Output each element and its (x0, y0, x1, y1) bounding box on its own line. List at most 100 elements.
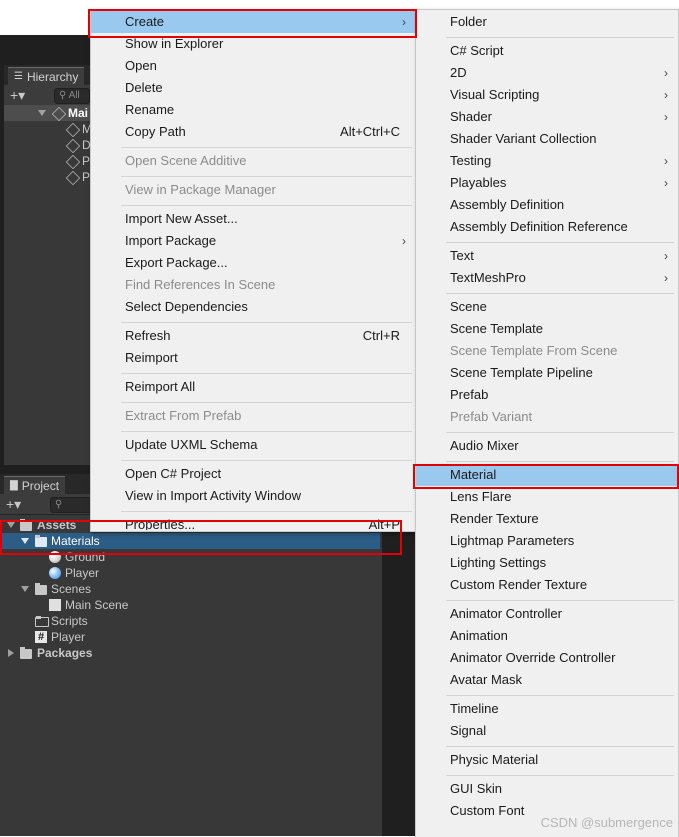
create-submenu: Folder C# Script 2D › Visual Scripting ›… (415, 9, 679, 837)
menu-item-import-new-asset[interactable]: Import New Asset... (91, 208, 416, 230)
menu-item-signal[interactable]: Signal (416, 720, 678, 742)
gameobject-icon (65, 154, 81, 170)
add-object-button[interactable]: +▾ (10, 86, 25, 104)
menu-divider (446, 293, 674, 294)
tree-row-scripts[interactable]: Scripts (0, 613, 382, 629)
menu-item-physic-material[interactable]: Physic Material (416, 749, 678, 771)
menu-item-shader-variant-collection[interactable]: Shader Variant Collection (416, 128, 678, 150)
menu-label: Copy Path (125, 124, 186, 139)
menu-label: Open (125, 58, 157, 73)
menu-label: Reimport (125, 350, 178, 365)
menu-item-view-in-package-manager: View in Package Manager (91, 179, 416, 201)
menu-item-reimport-all[interactable]: Reimport All (91, 376, 416, 398)
menu-label: Select Dependencies (125, 299, 248, 314)
tree-row-packages[interactable]: Packages (0, 645, 382, 661)
menu-item-view-in-import-activity[interactable]: View in Import Activity Window (91, 485, 416, 507)
menu-item-rename[interactable]: Rename (91, 99, 416, 121)
tree-label-player-script: Player (51, 630, 86, 644)
create-asset-button[interactable]: +▾ (6, 495, 21, 513)
menu-label: Shader (450, 109, 492, 124)
menu-item-animation[interactable]: Animation (416, 625, 678, 647)
tree-label-scripts: Scripts (51, 614, 88, 628)
hierarchy-panel: ☰ Hierarchy +▾ ⚲ All Mai M D P P (4, 65, 99, 465)
menu-item-2d[interactable]: 2D › (416, 62, 678, 84)
hierarchy-item-label: P (82, 170, 91, 184)
menu-item-gui-skin[interactable]: GUI Skin (416, 778, 678, 800)
menu-divider (121, 402, 412, 403)
menu-label: Reimport All (125, 379, 196, 394)
tab-project[interactable]: ▇ Project (4, 476, 66, 495)
menu-item-extract-from-prefab: Extract From Prefab (91, 405, 416, 427)
tree-row-scenes[interactable]: Scenes (0, 581, 382, 597)
submenu-arrow-icon: › (664, 271, 668, 285)
menu-item-assembly-definition-reference[interactable]: Assembly Definition Reference (416, 216, 678, 238)
menu-item-animator-override-controller[interactable]: Animator Override Controller (416, 647, 678, 669)
tree-label-main-scene: Main Scene (65, 598, 129, 612)
menu-item-lightmap-parameters[interactable]: Lightmap Parameters (416, 530, 678, 552)
menu-item-timeline[interactable]: Timeline (416, 698, 678, 720)
hierarchy-item[interactable]: P (4, 169, 99, 186)
menu-label: Animation (450, 628, 508, 643)
menu-item-audio-mixer[interactable]: Audio Mixer (416, 435, 678, 457)
submenu-arrow-icon: › (664, 154, 668, 168)
menu-label: Find References In Scene (125, 277, 276, 292)
menu-item-scene[interactable]: Scene (416, 296, 678, 318)
menu-label: Lightmap Parameters (450, 533, 575, 548)
menu-item-refresh[interactable]: Refresh Ctrl+R (91, 325, 416, 347)
menu-item-csharp-script[interactable]: C# Script (416, 40, 678, 62)
menu-item-export-package[interactable]: Export Package... (91, 252, 416, 274)
tree-row-player-material[interactable]: Player (0, 565, 382, 581)
menu-item-custom-render-texture[interactable]: Custom Render Texture (416, 574, 678, 596)
menu-item-shader[interactable]: Shader › (416, 106, 678, 128)
hierarchy-search-input[interactable]: ⚲ All (54, 88, 90, 104)
menu-item-animator-controller[interactable]: Animator Controller (416, 603, 678, 625)
menu-label: Lighting Settings (450, 555, 547, 570)
expand-arrow-icon[interactable] (38, 110, 46, 116)
hierarchy-scene-row[interactable]: Mai (4, 105, 99, 122)
search-icon: ⚲ (55, 499, 63, 510)
hierarchy-item[interactable]: P (4, 153, 99, 170)
hierarchy-item[interactable]: D (4, 137, 99, 154)
collapse-arrow-icon[interactable] (8, 649, 14, 657)
folder-icon (20, 647, 32, 659)
menu-item-open-csharp-project[interactable]: Open C# Project (91, 463, 416, 485)
menu-item-testing[interactable]: Testing › (416, 150, 678, 172)
menu-item-playables[interactable]: Playables › (416, 172, 678, 194)
menu-label: Text (450, 248, 474, 263)
menu-item-prefab[interactable]: Prefab (416, 384, 678, 406)
menu-item-avatar-mask[interactable]: Avatar Mask (416, 669, 678, 691)
menu-item-open[interactable]: Open (91, 55, 416, 77)
menu-item-render-texture[interactable]: Render Texture (416, 508, 678, 530)
menu-item-reimport[interactable]: Reimport (91, 347, 416, 369)
menu-item-update-uxml-schema[interactable]: Update UXML Schema (91, 434, 416, 456)
menu-item-import-package[interactable]: Import Package › (91, 230, 416, 252)
expand-arrow-icon[interactable] (21, 586, 29, 592)
menu-item-text[interactable]: Text › (416, 245, 678, 267)
menu-item-textmeshpro[interactable]: TextMeshPro › (416, 267, 678, 289)
menu-item-folder[interactable]: Folder (416, 11, 678, 33)
menu-item-scene-template-pipeline[interactable]: Scene Template Pipeline (416, 362, 678, 384)
menu-divider (446, 600, 674, 601)
menu-item-assembly-definition[interactable]: Assembly Definition (416, 194, 678, 216)
submenu-arrow-icon: › (664, 176, 668, 190)
menu-item-delete[interactable]: Delete (91, 77, 416, 99)
menu-item-prefab-variant: Prefab Variant (416, 406, 678, 428)
menu-item-lighting-settings[interactable]: Lighting Settings (416, 552, 678, 574)
menu-label: Testing (450, 153, 492, 168)
menu-item-copy-path[interactable]: Copy Path Alt+Ctrl+C (91, 121, 416, 143)
submenu-arrow-icon: › (664, 66, 668, 80)
menu-item-lens-flare[interactable]: Lens Flare (416, 486, 678, 508)
tree-row-main-scene[interactable]: Main Scene (0, 597, 382, 613)
tab-hierarchy[interactable]: ☰ Hierarchy (8, 67, 85, 86)
hierarchy-item[interactable]: M (4, 121, 99, 138)
menu-label: Animator Override Controller (450, 650, 616, 665)
gameobject-icon (65, 138, 81, 154)
menu-item-select-dependencies[interactable]: Select Dependencies (91, 296, 416, 318)
menu-label: Scene (450, 299, 487, 314)
tree-row-player-script[interactable]: # Player (0, 629, 382, 645)
menu-label: Avatar Mask (450, 672, 523, 687)
menu-label: TextMeshPro (450, 270, 526, 285)
menu-label: Assembly Definition (450, 197, 565, 212)
menu-item-visual-scripting[interactable]: Visual Scripting › (416, 84, 678, 106)
menu-item-scene-template[interactable]: Scene Template (416, 318, 678, 340)
